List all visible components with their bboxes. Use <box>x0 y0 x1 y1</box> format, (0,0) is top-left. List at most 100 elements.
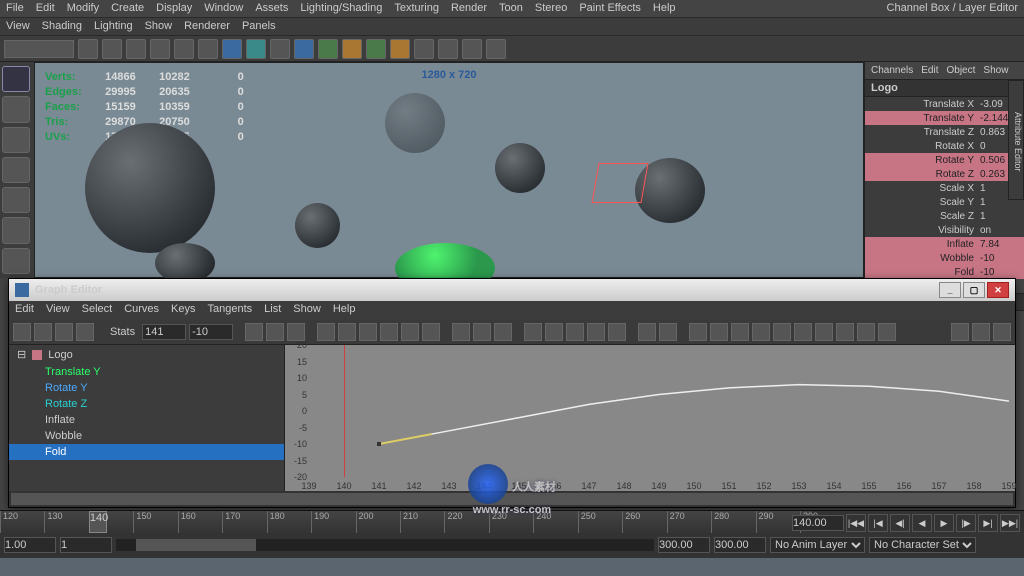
stats-frame-field[interactable] <box>142 324 186 340</box>
anim-end-field[interactable] <box>714 537 766 553</box>
menu-help[interactable]: Help <box>653 2 676 15</box>
anim-start-field[interactable] <box>4 537 56 553</box>
character-set-dropdown[interactable]: No Character Set <box>869 537 976 553</box>
prev-key-button[interactable]: ◀| <box>890 514 910 532</box>
ge-tool-icon[interactable] <box>689 323 707 341</box>
ge-tool-icon[interactable] <box>993 323 1011 341</box>
ge-tool-icon[interactable] <box>245 323 263 341</box>
ge-tool-icon[interactable] <box>752 323 770 341</box>
ge-tool-icon[interactable] <box>951 323 969 341</box>
ge-tool-icon[interactable] <box>76 323 94 341</box>
current-time-marker[interactable]: 140 <box>89 511 107 533</box>
ge-menu-view[interactable]: View <box>46 303 70 317</box>
ge-menu-keys[interactable]: Keys <box>171 303 195 317</box>
menu-create[interactable]: Create <box>111 2 144 15</box>
ge-tool-icon[interactable] <box>638 323 656 341</box>
ge-tool-icon[interactable] <box>608 323 626 341</box>
channel-item[interactable]: Inflate <box>9 412 284 428</box>
menu-modify[interactable]: Modify <box>67 2 99 15</box>
play-button[interactable]: ▶ <box>934 514 954 532</box>
menu-lighting-shading[interactable]: Lighting/Shading <box>300 2 382 15</box>
ge-menu-list[interactable]: List <box>264 303 281 317</box>
node-name[interactable]: Logo <box>865 79 1024 97</box>
ge-menu-help[interactable]: Help <box>333 303 356 317</box>
outliner-node[interactable]: ⊟ Logo <box>9 345 284 364</box>
paint-tool-icon[interactable] <box>2 127 30 153</box>
menu-paint-effects[interactable]: Paint Effects <box>579 2 641 15</box>
channel-row[interactable]: Translate X-3.09 <box>865 97 1024 111</box>
ge-tool-icon[interactable] <box>710 323 728 341</box>
play-back-button[interactable]: ◀ <box>912 514 932 532</box>
ge-tool-icon[interactable] <box>317 323 335 341</box>
channel-item[interactable]: Rotate Y <box>9 380 284 396</box>
expand-icon[interactable]: ⊟ <box>17 348 26 361</box>
shelf-icon[interactable] <box>342 39 362 59</box>
menu-toon[interactable]: Toon <box>499 2 523 15</box>
ge-tool-icon[interactable] <box>55 323 73 341</box>
viewport[interactable]: 1280 x 720 Verts:14866102820Edges:299952… <box>34 62 864 278</box>
panel-menu-lighting[interactable]: Lighting <box>94 20 133 33</box>
shelf-icon[interactable] <box>126 39 146 59</box>
rotate-tool-icon[interactable] <box>2 187 30 213</box>
menu-stereo[interactable]: Stereo <box>535 2 567 15</box>
ge-tool-icon[interactable] <box>566 323 584 341</box>
prefs-button[interactable] <box>1002 537 1020 553</box>
shelf-icon[interactable] <box>438 39 458 59</box>
ge-menu-tangents[interactable]: Tangents <box>208 303 253 317</box>
channel-row[interactable]: Visibilityon <box>865 223 1024 237</box>
channel-row[interactable]: Fold-10 <box>865 265 1024 279</box>
channel-item[interactable]: Wobble <box>9 428 284 444</box>
timeline-ruler[interactable]: 1201301401501601701801902002102202302402… <box>0 511 812 533</box>
ge-tool-icon[interactable] <box>34 323 52 341</box>
channel-item[interactable]: Rotate Z <box>9 396 284 412</box>
shelf-icon[interactable] <box>246 39 266 59</box>
ge-tool-icon[interactable] <box>287 323 305 341</box>
go-end-button[interactable]: ▶▶| <box>1000 514 1020 532</box>
attribute-editor-tab[interactable]: Attribute Editor <box>1008 80 1024 200</box>
channel-tab[interactable]: Object <box>947 65 976 76</box>
panel-menu-show[interactable]: Show <box>145 20 173 33</box>
ge-tool-icon[interactable] <box>266 323 284 341</box>
graph-area[interactable]: 20151050-5-10-15-20 13914014114214314414… <box>285 345 1015 491</box>
ge-tool-icon[interactable] <box>836 323 854 341</box>
shelf-icon[interactable] <box>150 39 170 59</box>
shelf-icon[interactable] <box>78 39 98 59</box>
ge-tool-icon[interactable] <box>815 323 833 341</box>
select-tool-icon[interactable] <box>2 66 30 92</box>
channel-row[interactable]: Translate Y-2.144 <box>865 111 1024 125</box>
shelf-icon[interactable] <box>294 39 314 59</box>
channel-row[interactable]: Inflate7.84 <box>865 237 1024 251</box>
ge-tool-icon[interactable] <box>473 323 491 341</box>
panel-menu-view[interactable]: View <box>6 20 30 33</box>
shelf-icon[interactable] <box>174 39 194 59</box>
shelf-icon[interactable] <box>198 39 218 59</box>
stats-value-field[interactable] <box>189 324 233 340</box>
shelf-icon[interactable] <box>390 39 410 59</box>
autokey-button[interactable] <box>980 537 998 553</box>
ge-tool-icon[interactable] <box>857 323 875 341</box>
channel-row[interactable]: Wobble-10 <box>865 251 1024 265</box>
range-slider[interactable] <box>116 539 654 551</box>
ge-tool-icon[interactable] <box>359 323 377 341</box>
channel-tab[interactable]: Show <box>983 65 1008 76</box>
ge-tool-icon[interactable] <box>452 323 470 341</box>
ge-tool-icon[interactable] <box>587 323 605 341</box>
ge-tool-icon[interactable] <box>545 323 563 341</box>
scrollbar[interactable] <box>9 491 1015 507</box>
ge-tool-icon[interactable] <box>731 323 749 341</box>
channel-row[interactable]: Rotate Z0.263 <box>865 167 1024 181</box>
menu-display[interactable]: Display <box>156 2 192 15</box>
channel-row[interactable]: Rotate X0 <box>865 139 1024 153</box>
window-titlebar[interactable]: Graph Editor _ ▢ ✕ <box>9 279 1015 301</box>
maximize-button[interactable]: ▢ <box>963 282 985 298</box>
ge-tool-icon[interactable] <box>794 323 812 341</box>
ge-tool-icon[interactable] <box>494 323 512 341</box>
menu-window[interactable]: Window <box>204 2 243 15</box>
panel-menu-shading[interactable]: Shading <box>42 20 82 33</box>
menu-edit[interactable]: Edit <box>36 2 55 15</box>
step-back-button[interactable]: |◀ <box>868 514 888 532</box>
channel-row[interactable]: Scale X1 <box>865 181 1024 195</box>
ge-tool-icon[interactable] <box>773 323 791 341</box>
ge-tool-icon[interactable] <box>878 323 896 341</box>
ge-tool-icon[interactable] <box>338 323 356 341</box>
